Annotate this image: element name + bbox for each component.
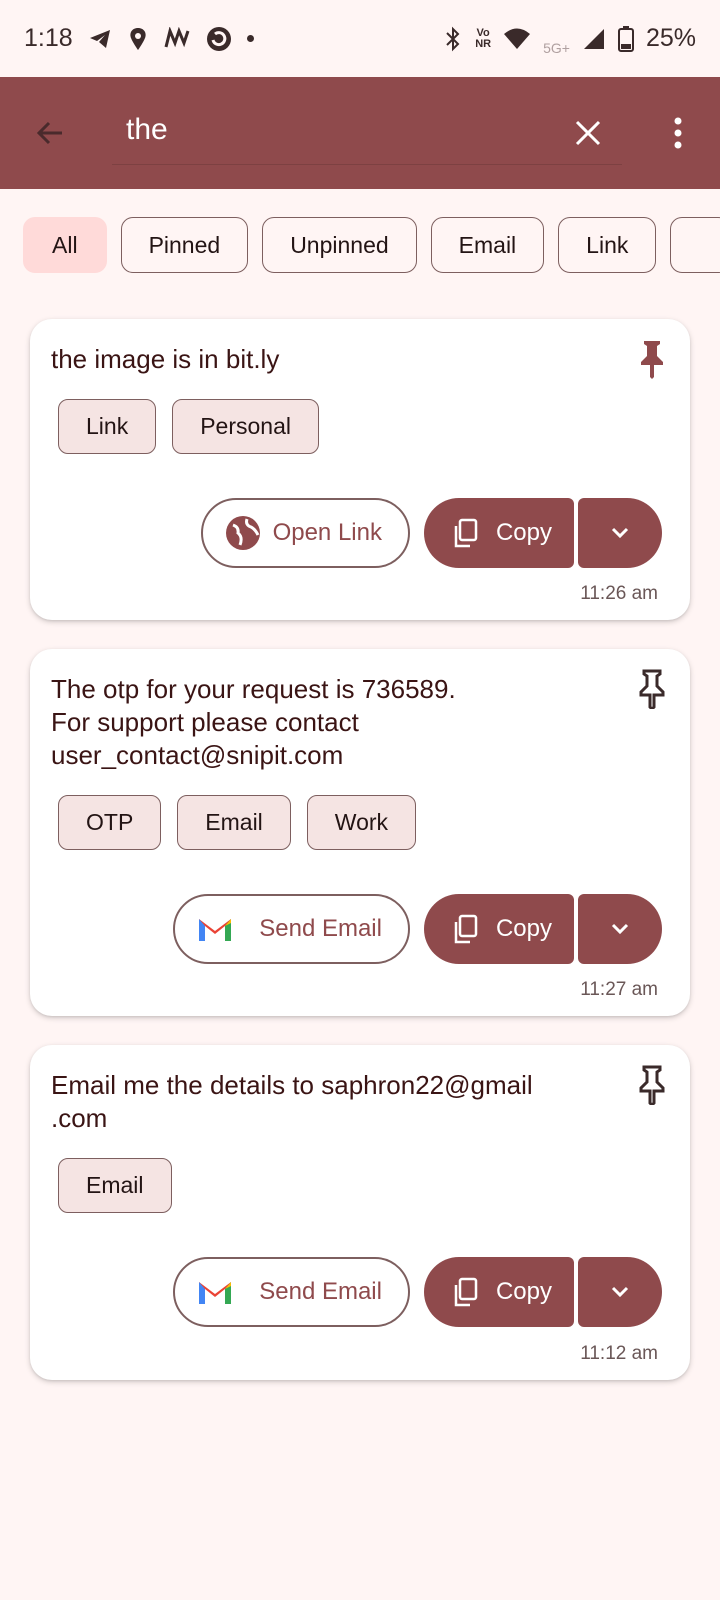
clip-actions: Send Email Copy xyxy=(173,1257,662,1327)
clip-text: Email me the details to saphron22@gmail … xyxy=(51,1070,533,1133)
location-leaf-icon xyxy=(130,27,146,50)
send-email-button[interactable]: Send Email xyxy=(173,1257,410,1327)
tag-label: Email xyxy=(205,809,263,835)
close-icon xyxy=(575,120,601,146)
volte-bottom-label: NR xyxy=(475,37,492,50)
copy-label: Copy xyxy=(495,1278,552,1305)
pin-outline-icon[interactable] xyxy=(636,669,668,709)
clip-text: The otp for your request is 736589. For … xyxy=(51,674,456,770)
tag-label: Link xyxy=(86,413,129,439)
clip-card[interactable]: Email me the details to saphron22@gmail … xyxy=(30,1045,690,1380)
clip-text: the image is in bit.ly xyxy=(51,344,280,374)
status-time: 1:18 xyxy=(24,24,73,52)
clip-card[interactable]: The otp for your request is 736589. For … xyxy=(30,649,690,1016)
tag-label: Work xyxy=(334,809,389,835)
clip-card[interactable]: the image is in bit.ly Link Personal Ope… xyxy=(30,319,690,620)
chevron-down-icon xyxy=(611,1286,629,1298)
copy-options-dropdown-button[interactable] xyxy=(578,894,662,964)
battery-percentage: 25% xyxy=(645,24,696,52)
filter-chip-label: Pinned xyxy=(148,231,221,258)
copy-options-dropdown-button[interactable] xyxy=(578,1257,662,1327)
tag-link[interactable]: Link xyxy=(58,399,157,454)
tag-otp[interactable]: OTP xyxy=(58,795,162,850)
filter-chip-label: Unpinned xyxy=(290,231,389,258)
search-input[interactable] xyxy=(112,95,622,165)
filter-chip-label: All xyxy=(52,231,78,258)
gmail-icon xyxy=(199,919,232,941)
volte-top-label: Vo xyxy=(476,26,490,39)
copy-label: Copy xyxy=(495,915,552,942)
filter-chip-all[interactable]: All xyxy=(23,217,107,273)
app-logo-icon xyxy=(164,26,190,47)
more-vert-icon xyxy=(674,117,682,149)
copy-options-dropdown-button[interactable] xyxy=(578,498,662,568)
send-email-button[interactable]: Send Email xyxy=(173,894,410,964)
wifi-icon xyxy=(504,28,531,49)
tag-email[interactable]: Email xyxy=(58,1158,172,1213)
filter-chip-email[interactable]: Email xyxy=(430,217,545,273)
network-type-label: 5G+ xyxy=(543,39,570,56)
pin-filled-icon[interactable] xyxy=(636,339,668,379)
copy-icon xyxy=(454,914,478,944)
copy-icon xyxy=(454,518,478,548)
open-link-button[interactable]: Open Link xyxy=(200,498,410,568)
send-email-label: Send Email xyxy=(259,1278,382,1305)
globe-icon xyxy=(225,516,260,550)
tag-email[interactable]: Email xyxy=(177,795,291,850)
tag-list: Link Personal xyxy=(58,399,319,454)
overflow-menu-button[interactable] xyxy=(646,77,710,189)
filter-chip-label: Email xyxy=(458,231,517,258)
search-app-bar xyxy=(0,77,720,189)
arrow-back-icon xyxy=(36,121,62,145)
telegram-icon xyxy=(89,29,110,48)
filter-chip-partial[interactable] xyxy=(670,217,720,273)
gmail-icon xyxy=(199,1282,232,1304)
send-email-label: Send Email xyxy=(259,915,382,942)
tag-personal[interactable]: Personal xyxy=(172,399,319,454)
clip-timestamp: 11:26 am xyxy=(580,583,658,604)
clip-actions: Open Link Copy xyxy=(200,498,662,568)
sync-circle-icon xyxy=(206,26,231,51)
back-button[interactable] xyxy=(0,77,100,189)
filter-chip-link[interactable]: Link xyxy=(558,217,657,273)
copy-button[interactable]: Copy xyxy=(423,1257,574,1327)
clip-timestamp: 11:27 am xyxy=(580,979,658,1000)
tag-work[interactable]: Work xyxy=(306,795,417,850)
battery-icon xyxy=(617,25,634,52)
clip-actions: Send Email Copy xyxy=(173,894,662,964)
tag-list: OTP Email Work xyxy=(58,795,417,850)
copy-icon xyxy=(454,1277,478,1307)
copy-button[interactable]: Copy xyxy=(423,498,574,568)
copy-label: Copy xyxy=(495,519,552,546)
tag-label: Email xyxy=(86,1172,144,1198)
copy-button[interactable]: Copy xyxy=(423,894,574,964)
notification-dot-icon xyxy=(246,35,254,42)
filter-chip-label: Link xyxy=(586,231,629,258)
pin-outline-icon[interactable] xyxy=(636,1065,668,1105)
status-bar: 1:18 Vo NR 5G+ 25% xyxy=(0,0,720,77)
clip-timestamp: 11:12 am xyxy=(580,1343,658,1364)
cell-signal-icon xyxy=(583,28,604,49)
filter-chip-row: All Pinned Unpinned Email Link xyxy=(23,217,720,273)
tag-list: Email xyxy=(58,1158,172,1213)
chevron-down-icon xyxy=(611,923,629,935)
volte-indicator: Vo NR xyxy=(475,26,492,50)
filter-chip-pinned[interactable]: Pinned xyxy=(120,217,249,273)
open-link-label: Open Link xyxy=(272,519,382,546)
tag-label: OTP xyxy=(86,809,134,835)
chevron-down-icon xyxy=(611,527,629,539)
filter-chip-unpinned[interactable]: Unpinned xyxy=(262,217,417,273)
bluetooth-icon xyxy=(446,26,460,51)
clear-search-button[interactable] xyxy=(556,77,620,189)
tag-label: Personal xyxy=(200,413,291,439)
